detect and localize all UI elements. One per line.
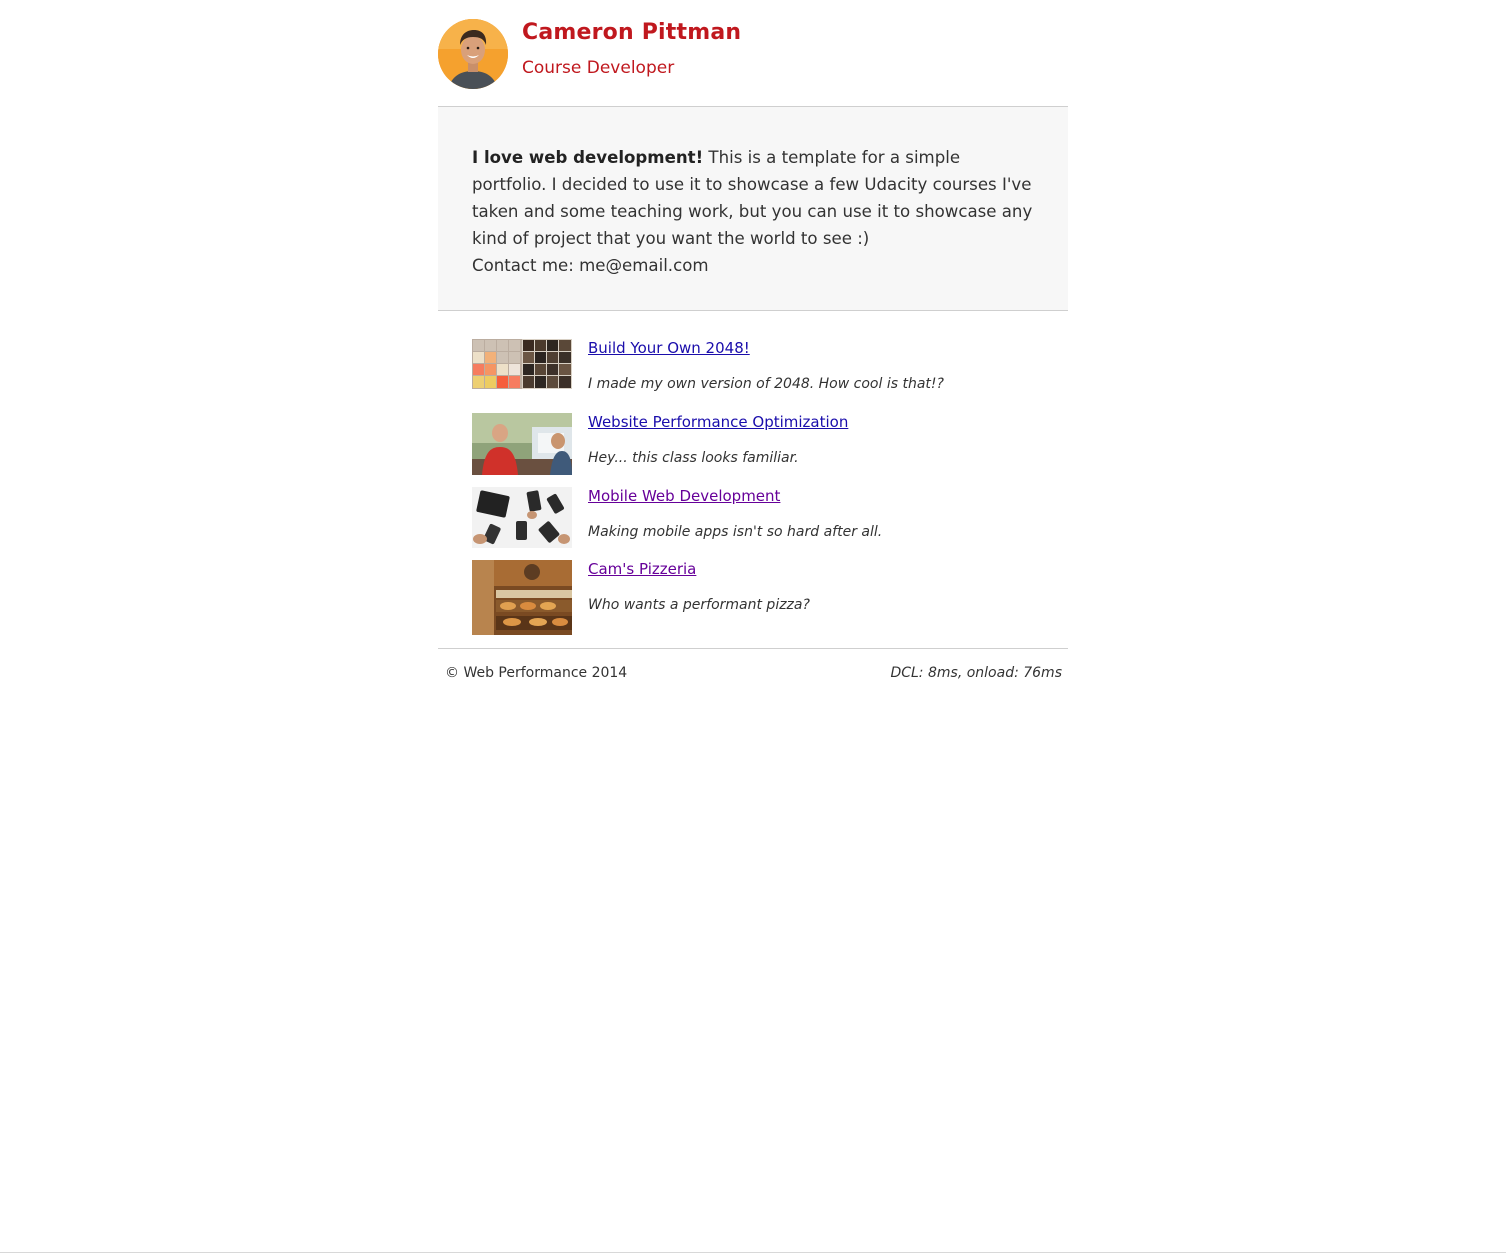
project-description: Making mobile apps isn't so hard after a… bbox=[588, 524, 883, 540]
instructor-photo-thumbnail-icon[interactable] bbox=[472, 413, 572, 475]
footer: © Web Performance 2014 DCL: 8ms, onload:… bbox=[438, 649, 1068, 699]
project-description: Hey... this class looks familiar. bbox=[588, 450, 799, 466]
performance-stats: DCL: 8ms, onload: 76ms bbox=[890, 665, 1062, 681]
page: Cameron Pittman Course Developer I love … bbox=[0, 0, 1506, 1254]
list-item: Mobile Web Development Making mobile app… bbox=[472, 487, 1068, 548]
project-description: Who wants a performant pizza? bbox=[588, 597, 810, 613]
project-link-website-performance[interactable]: Website Performance Optimization bbox=[588, 413, 848, 431]
project-link-mobile-web[interactable]: Mobile Web Development bbox=[588, 487, 780, 505]
window-bottom-divider bbox=[0, 1252, 1506, 1253]
intro-section: I love web development! This is a templa… bbox=[438, 107, 1068, 311]
pizzeria-thumbnail-icon[interactable] bbox=[472, 560, 572, 635]
project-description: I made my own version of 2048. How cool … bbox=[588, 376, 944, 392]
profile-photo-icon bbox=[438, 19, 508, 89]
projects-list: Build Your Own 2048! I made my own versi… bbox=[438, 311, 1068, 649]
avatar bbox=[438, 19, 508, 89]
contact-text: Contact me: me@email.com bbox=[472, 256, 709, 275]
portfolio-container: Cameron Pittman Course Developer I love … bbox=[438, 0, 1068, 699]
project-link-cams-pizzeria[interactable]: Cam's Pizzeria bbox=[588, 560, 696, 578]
profile-name: Cameron Pittman bbox=[522, 20, 742, 45]
intro-lead: I love web development! bbox=[472, 148, 704, 167]
profile-role: Course Developer bbox=[522, 58, 675, 78]
profile-header: Cameron Pittman Course Developer bbox=[438, 0, 1068, 107]
copyright-text: © Web Performance 2014 bbox=[445, 665, 628, 681]
mobile-devices-thumbnail-icon[interactable] bbox=[472, 487, 572, 548]
project-link-2048[interactable]: Build Your Own 2048! bbox=[588, 339, 750, 357]
list-item: Build Your Own 2048! I made my own versi… bbox=[472, 339, 1068, 399]
list-item: Website Performance Optimization Hey... … bbox=[472, 413, 1068, 475]
list-item: Cam's Pizzeria Who wants a performant pi… bbox=[472, 560, 1068, 635]
2048-game-thumbnail-icon[interactable] bbox=[472, 339, 572, 389]
